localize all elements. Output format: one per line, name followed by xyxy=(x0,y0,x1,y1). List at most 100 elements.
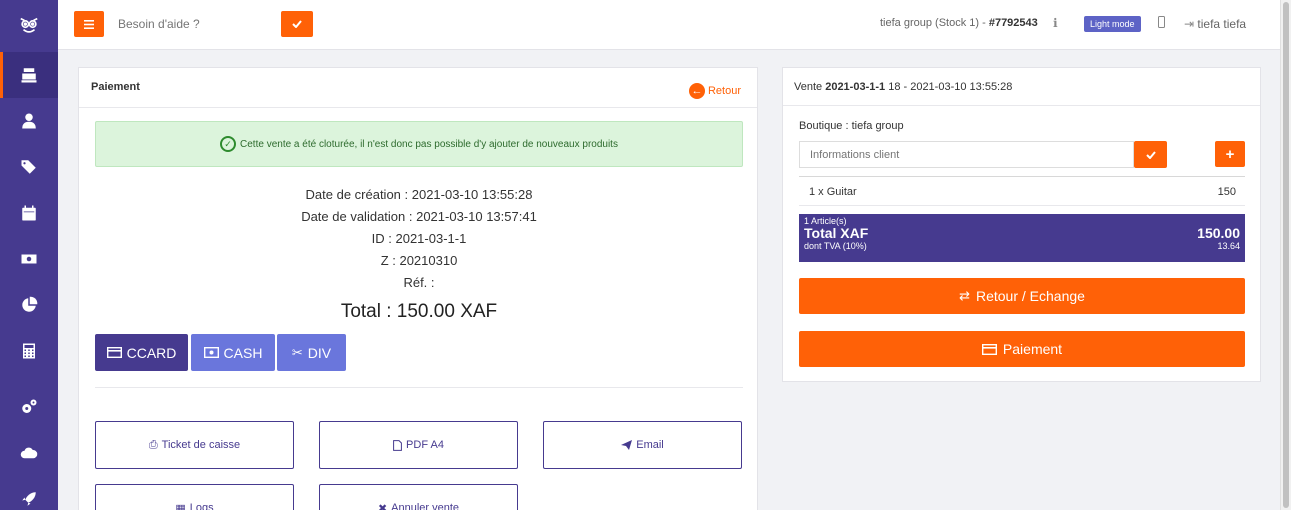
rocket-icon xyxy=(22,492,36,506)
calendar-icon xyxy=(22,205,36,221)
sidebar-item-settings[interactable] xyxy=(0,384,58,430)
sidebar-item-customers[interactable] xyxy=(0,98,58,144)
sale-ref: Réf. : xyxy=(403,275,435,290)
scrollbar-thumb[interactable] xyxy=(1283,2,1289,508)
divider xyxy=(95,387,743,388)
page-scrollbar[interactable] xyxy=(1280,0,1291,510)
mobile-icon[interactable] xyxy=(1158,16,1165,31)
payment-card-header: Paiement ← Retour xyxy=(79,68,757,108)
sidebar-item-stats[interactable] xyxy=(0,282,58,328)
sale-head-prefix: Vente xyxy=(794,81,826,93)
light-mode-toggle[interactable]: Light mode xyxy=(1084,16,1141,32)
add-client-button[interactable]: + xyxy=(1215,141,1245,167)
tva-value: 13.64 xyxy=(1217,241,1240,251)
close-icon: ✖ xyxy=(377,502,388,510)
file-icon xyxy=(393,439,402,451)
cart-line-item[interactable]: 1 x Guitar 150 xyxy=(799,176,1245,206)
sidebar-item-calculator[interactable] xyxy=(0,328,58,374)
cloud-icon xyxy=(20,447,38,459)
z-number: Z : 20210310 xyxy=(380,253,458,268)
email-button[interactable]: Email xyxy=(543,421,742,469)
return-exchange-button[interactable]: ⇄ Retour / Echange xyxy=(799,278,1245,314)
return-exchange-label: Retour / Echange xyxy=(975,288,1085,304)
cancel-sale-label: Annuler vente xyxy=(391,502,460,510)
boutique-label: Boutique : tiefa group xyxy=(799,120,904,132)
scissors-icon: ✂ xyxy=(291,344,303,360)
div-label: DIV xyxy=(307,344,332,361)
sidebar-item-calendar[interactable] xyxy=(0,190,58,236)
tva-label: dont TVA (10%) xyxy=(804,241,867,251)
check-circle-icon: ✓ xyxy=(220,136,237,152)
calculator-icon xyxy=(23,343,35,359)
sidebar xyxy=(0,0,58,510)
check-icon xyxy=(1145,150,1156,159)
plus-icon: + xyxy=(1225,145,1235,163)
pdf-label: PDF A4 xyxy=(406,439,444,451)
hamburger-icon xyxy=(84,19,94,29)
cash-register-icon xyxy=(21,68,37,83)
alert-text: Cette vente a été cloturée, il n'est don… xyxy=(240,138,618,150)
cancel-sale-button[interactable]: ✖ Annuler vente xyxy=(319,484,518,510)
sale-head-suffix: 18 - 2021-03-10 13:55:28 xyxy=(885,81,1013,93)
cash-label: CASH xyxy=(223,344,263,361)
div-button[interactable]: ✂ DIV xyxy=(277,334,346,371)
user-icon xyxy=(22,113,36,129)
sidebar-item-money[interactable] xyxy=(0,236,58,282)
client-info-input[interactable] xyxy=(799,141,1134,168)
sale-head-id: 2021-03-1-1 xyxy=(825,81,886,93)
receipt-label: Ticket de caisse xyxy=(161,439,241,451)
receipt-button[interactable]: ⎙ Ticket de caisse xyxy=(95,421,294,469)
help-search-input[interactable] xyxy=(108,11,280,37)
check-icon xyxy=(292,20,302,28)
credit-card-icon xyxy=(106,347,122,358)
logs-button[interactable]: ▦ Logs xyxy=(95,484,294,510)
paper-plane-icon xyxy=(621,440,633,450)
sale-header: Vente 2021-03-1-1 18 - 2021-03-10 13:55:… xyxy=(783,68,1260,106)
info-icon[interactable]: ℹ xyxy=(1053,16,1058,30)
payment-button[interactable]: Paiement xyxy=(799,331,1245,367)
sale-id: ID : 2021-03-1-1 xyxy=(371,231,467,246)
client-validate-button[interactable] xyxy=(1134,141,1167,168)
printer-icon: ⎙ xyxy=(148,438,158,451)
gears-icon xyxy=(22,399,37,413)
articles-count: 1 Article(s) xyxy=(804,216,847,226)
owl-logo-icon[interactable] xyxy=(0,0,58,50)
total-value: 150.00 xyxy=(1197,225,1240,241)
credit-card-icon xyxy=(981,343,997,355)
closed-sale-alert: ✓ Cette vente a été cloturée, il n'est d… xyxy=(95,121,743,167)
ccard-button[interactable]: CCARD xyxy=(95,334,188,371)
user-menu[interactable]: ⇥ tiefa tiefa xyxy=(1184,17,1246,31)
back-label: Retour xyxy=(707,85,741,97)
item-label: 1 x Guitar xyxy=(809,186,857,198)
store-label: tiefa group (Stock 1) - xyxy=(880,17,989,29)
help-submit-button[interactable] xyxy=(281,11,313,37)
retweet-icon: ⇄ xyxy=(959,288,970,303)
back-link[interactable]: ← Retour xyxy=(688,83,741,99)
store-id: #7792543 xyxy=(988,17,1038,29)
sidebar-item-launch[interactable] xyxy=(0,476,58,510)
arrow-left-icon: ← xyxy=(688,83,705,99)
cart-summary: 1 Article(s) Total XAF 150.00 dont TVA (… xyxy=(799,214,1245,262)
total-label: Total XAF xyxy=(804,225,869,241)
payment-total: Total : 150.00 XAF xyxy=(340,301,498,322)
validation-date: Date de validation : 2021-03-10 13:57:41 xyxy=(301,209,537,224)
table-icon: ▦ xyxy=(175,502,186,510)
item-price: 150 xyxy=(1217,186,1236,198)
sidebar-item-register[interactable] xyxy=(0,52,58,98)
money-icon xyxy=(21,254,37,264)
payment-title: Paiement xyxy=(91,81,140,93)
cash-button[interactable]: CASH xyxy=(191,334,275,371)
menu-toggle-button[interactable] xyxy=(74,11,104,37)
sidebar-item-products[interactable] xyxy=(0,144,58,190)
logout-icon: ⇥ xyxy=(1184,17,1195,31)
email-label: Email xyxy=(636,439,664,451)
banknote-icon xyxy=(203,347,219,358)
ccard-label: CCARD xyxy=(126,344,177,361)
store-info: tiefa group (Stock 1) - #7792543 xyxy=(880,17,1038,29)
payment-label: Paiement xyxy=(1002,341,1063,357)
topbar: tiefa group (Stock 1) - #7792543 ℹ Light… xyxy=(58,0,1280,50)
creation-date: Date de création : 2021-03-10 13:55:28 xyxy=(305,187,533,202)
tags-icon xyxy=(21,160,36,174)
pdf-a4-button[interactable]: PDF A4 xyxy=(319,421,518,469)
sidebar-item-cloud[interactable] xyxy=(0,430,58,476)
